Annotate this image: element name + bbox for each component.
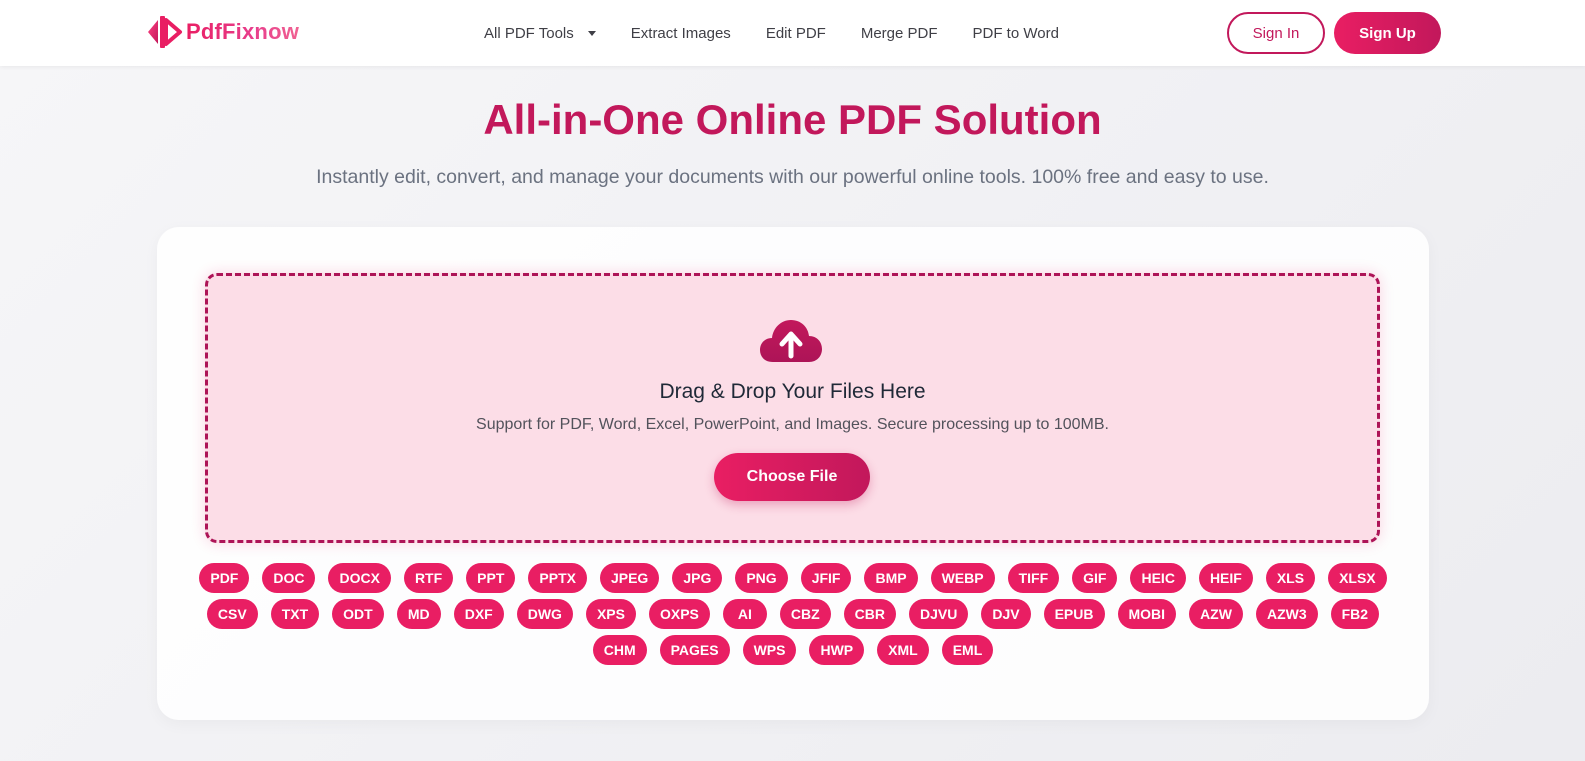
format-badge: AZW — [1189, 599, 1243, 629]
format-badge: DOC — [262, 563, 316, 593]
format-badge: JPEG — [599, 563, 660, 593]
upload-card: Drag & Drop Your Files Here Support for … — [157, 227, 1429, 720]
format-badge: OXPS — [648, 599, 710, 629]
page-subtitle: Instantly edit, convert, and manage your… — [316, 166, 1269, 188]
format-badge: DWG — [516, 599, 573, 629]
format-badge: CHM — [592, 635, 647, 665]
nav-edit-pdf[interactable]: Edit PDF — [766, 25, 826, 42]
format-badge: WPS — [742, 635, 797, 665]
format-badge: EPUB — [1043, 599, 1105, 629]
format-badge: JFIF — [800, 563, 852, 593]
format-badge: PPTX — [528, 563, 587, 593]
format-badge: MD — [396, 599, 441, 629]
format-badge: TIFF — [1007, 563, 1060, 593]
page-title: All-in-One Online PDF Solution — [483, 96, 1102, 143]
format-badge: GIF — [1072, 563, 1118, 593]
file-dropzone[interactable]: Drag & Drop Your Files Here Support for … — [205, 273, 1380, 543]
logo-icon — [148, 16, 182, 48]
format-badge: FB2 — [1330, 599, 1380, 629]
format-badge: DJV — [981, 599, 1031, 629]
format-badge: PNG — [735, 563, 788, 593]
format-row: CSV TXT ODT MD DXF DWG XPS OXPS AI CBZ CBR DJVU DJV E… — [157, 599, 1429, 629]
format-badge: HWP — [809, 635, 865, 665]
format-badge: BMP — [864, 563, 918, 593]
format-badge: RTF — [403, 563, 454, 593]
main-nav: All PDF Tools Extract Images Edit PDF Me… — [484, 0, 1094, 66]
nav-extract-images[interactable]: Extract Images — [631, 25, 731, 42]
nav-all-pdf-tools[interactable]: All PDF Tools — [484, 25, 596, 42]
format-badge: HEIF — [1198, 563, 1253, 593]
nav-pdf-to-word[interactable]: PDF to Word — [973, 25, 1059, 42]
format-badge: WEBP — [930, 563, 995, 593]
format-row: PDF DOC DOCX RTF PPT PPTX JPEG JPG PNG JFIF BMP WEB… — [157, 563, 1429, 593]
format-badge: JPG — [672, 563, 723, 593]
format-badge: XLSX — [1328, 563, 1387, 593]
format-badge: AZW3 — [1255, 599, 1318, 629]
format-badge: PAGES — [659, 635, 730, 665]
format-badge: XLS — [1265, 563, 1316, 593]
nav-all-pdf-tools-label: All PDF Tools — [484, 24, 574, 42]
top-navigation-bar: PdfFixnow All PDF Tools Extract Images E… — [0, 0, 1585, 66]
format-badge: DXF — [453, 599, 504, 629]
dropzone-subtitle: Support for PDF, Word, Excel, PowerPoint… — [476, 416, 1109, 433]
format-badge: EML — [941, 635, 994, 665]
format-badge: AI — [722, 599, 767, 629]
format-badge: ODT — [332, 599, 384, 629]
format-badge: DOCX — [328, 563, 391, 593]
cloud-upload-icon — [760, 320, 822, 362]
format-badge: CSV — [206, 599, 258, 629]
choose-file-button[interactable]: Choose File — [714, 453, 870, 501]
caret-down-icon — [587, 30, 596, 36]
supported-formats: PDF DOC DOCX RTF PPT PPTX JPEG JPG PNG JFIF BMP WEB… — [157, 563, 1429, 671]
dropzone-title: Drag & Drop Your Files Here — [659, 380, 926, 403]
brand-name: PdfFixnow — [186, 19, 300, 44]
brand-logo[interactable]: PdfFixnow — [146, 14, 299, 50]
format-badge: PPT — [466, 563, 516, 593]
format-badge: MOBI — [1117, 599, 1177, 629]
format-badge: DJVU — [909, 599, 969, 629]
sign-up-button[interactable]: Sign Up — [1334, 12, 1441, 54]
format-badge: XPS — [585, 599, 636, 629]
format-badge: CBR — [843, 599, 896, 629]
format-badge: PDF — [199, 563, 250, 593]
format-row: CHM PAGES WPS HWP XML EML — [157, 635, 1429, 665]
nav-merge-pdf[interactable]: Merge PDF — [861, 25, 938, 42]
format-badge: TXT — [270, 599, 320, 629]
format-badge: HEIC — [1130, 563, 1186, 593]
format-badge: XML — [877, 635, 929, 665]
sign-in-button[interactable]: Sign In — [1227, 12, 1325, 54]
format-badge: CBZ — [779, 599, 831, 629]
